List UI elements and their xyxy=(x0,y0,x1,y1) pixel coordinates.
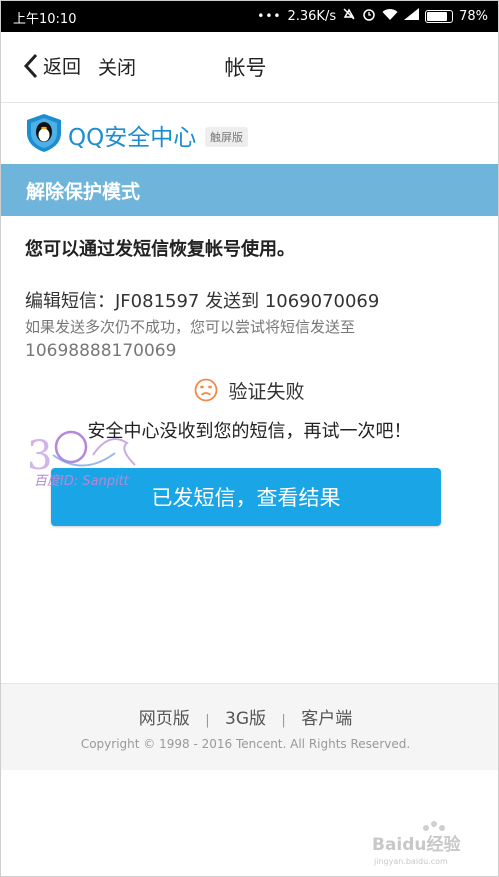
brand-name: QQ安全中心 xyxy=(68,125,197,151)
main-content: 您可以通过发短信恢复帐号使用。 编辑短信：JF081597 发送到 106907… xyxy=(1,217,498,683)
status-time: 上午10:10 xyxy=(13,12,77,27)
verification-status: 验证失败 xyxy=(1,377,498,407)
status-right: ••• 2.36K/s 78% xyxy=(257,7,488,25)
alt-number: 10698888170069 xyxy=(25,341,177,361)
cell-signal-icon xyxy=(404,8,420,24)
mute-icon xyxy=(342,7,356,25)
baidu-sub: jingyan.baidu.com xyxy=(373,857,448,866)
footer: 网页版 | 3G版 | 客户端 Copyright © 1998 - 2016 … xyxy=(1,683,498,770)
copyright: Copyright © 1998 - 2016 Tencent. All Rig… xyxy=(80,737,411,751)
network-speed: 2.36K/s xyxy=(287,8,337,24)
lead-text: 您可以通过发短信恢复帐号使用。 xyxy=(25,239,295,260)
retry-hint: 如果发送多次仍不成功，您可以尝试将短信发送至 10698888170069 xyxy=(25,315,445,363)
sms-instruction: 编辑短信：JF081597 发送到 1069070069 xyxy=(25,291,380,312)
status-bar: 上午10:10 ••• 2.36K/s 78% xyxy=(1,1,498,32)
footer-link-web[interactable]: 网页版 xyxy=(139,709,190,729)
nav-header: 返回 关闭 帐号 xyxy=(1,32,498,103)
section-banner: 解除保护模式 xyxy=(1,164,498,216)
battery-icon xyxy=(425,9,454,23)
status-label: 验证失败 xyxy=(228,381,305,403)
page-title: 帐号 xyxy=(224,56,267,80)
footer-separator: | xyxy=(281,713,286,728)
brand-row: QQ安全中心 触屏版 xyxy=(1,103,498,163)
wifi-icon xyxy=(382,8,398,25)
signal-dots-icon: ••• xyxy=(257,9,282,23)
touch-version-badge: 触屏版 xyxy=(205,127,248,147)
sad-face-icon xyxy=(194,378,218,407)
baidu-jingyan-logo-icon: Baidu经验 jingyan.baidu.com xyxy=(372,821,462,866)
footer-separator: | xyxy=(205,713,210,728)
footer-links: 网页版 | 3G版 | 客户端 xyxy=(1,704,490,729)
section-title: 解除保护模式 xyxy=(26,181,141,203)
retry-hint-text: 如果发送多次仍不成功，您可以尝试将短信发送至 xyxy=(25,318,356,336)
watermark-text: 百度ID: Sanpitt xyxy=(34,474,129,489)
battery-percent: 78% xyxy=(459,8,488,24)
alarm-icon xyxy=(362,7,376,25)
footer-link-client[interactable]: 客户端 xyxy=(301,709,352,729)
baidu-text: Baidu经验 xyxy=(372,834,462,855)
phone-screen: 上午10:10 ••• 2.36K/s 78% 返回 关闭 帐号 QQ安全中心 … xyxy=(0,0,499,877)
qq-security-shield-icon xyxy=(25,113,63,157)
footer-link-3g[interactable]: 3G版 xyxy=(225,709,266,729)
